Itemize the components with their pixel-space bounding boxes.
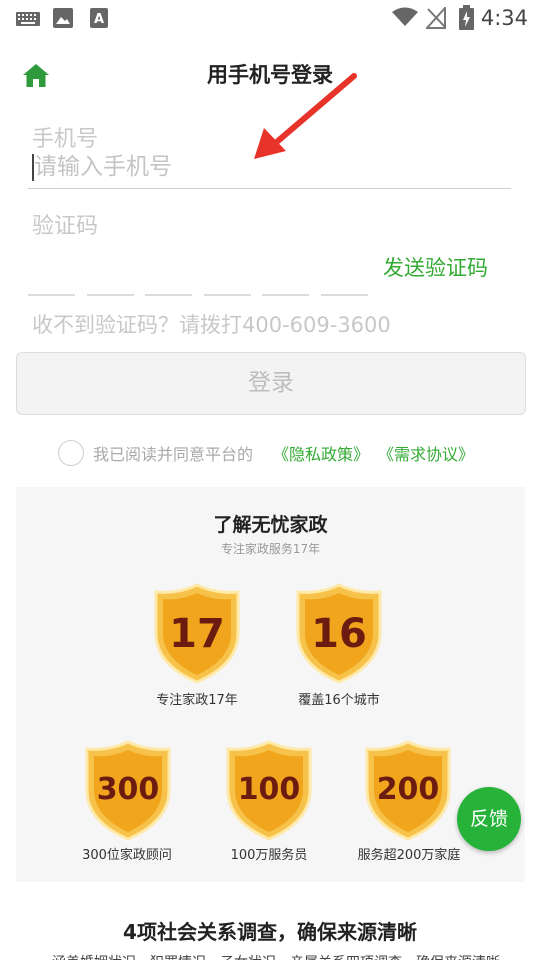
section-text: 涵盖婚姻状况、犯罪情况、子女状况、亲属关系四项调查，确保来源清晰 bbox=[52, 952, 500, 960]
badge-caption: 专注家政17年 bbox=[156, 693, 238, 708]
privacy-policy-link[interactable]: 《隐私政策》 bbox=[273, 441, 369, 465]
wifi-icon bbox=[392, 7, 418, 26]
shield-badge: 17 bbox=[152, 583, 242, 683]
help-text: 收不到验证码？请拨打400-609-3600 bbox=[32, 313, 391, 337]
image-icon bbox=[53, 8, 73, 28]
login-button[interactable]: 登录 bbox=[16, 352, 526, 415]
svg-text:A: A bbox=[94, 12, 104, 27]
badge-caption: 100万服务员 bbox=[230, 848, 308, 863]
no-signal-icon bbox=[426, 7, 446, 29]
battery-charging-icon bbox=[459, 5, 474, 30]
code-digit-slot[interactable] bbox=[87, 294, 134, 296]
feedback-button[interactable]: 反馈 bbox=[457, 787, 521, 851]
shield-badge: 200 bbox=[363, 740, 453, 840]
code-digit-slot[interactable] bbox=[321, 294, 368, 296]
badge-caption: 服务超200万家庭 bbox=[357, 848, 461, 863]
section-title: 4项社会关系调查，确保来源清晰 bbox=[123, 920, 417, 944]
about-panel: 了解无忧家政 专注家政服务17年 17 专注家政17年 16 覆盖16个城市 3… bbox=[16, 487, 525, 882]
about-subtitle: 专注家政服务17年 bbox=[220, 542, 321, 556]
badge-number: 16 bbox=[311, 611, 367, 657]
badge-number: 17 bbox=[169, 611, 225, 657]
shield-badge: 300 bbox=[83, 740, 173, 840]
badge-caption: 300位家政顾问 bbox=[82, 848, 172, 863]
send-code-button[interactable]: 发送验证码 bbox=[383, 252, 488, 282]
agree-checkbox[interactable] bbox=[58, 440, 84, 466]
badge-number: 200 bbox=[376, 772, 440, 807]
agreement-link[interactable]: 《需求协议》 bbox=[378, 441, 474, 465]
shield-badge: 100 bbox=[224, 740, 314, 840]
code-digit-slot[interactable] bbox=[145, 294, 192, 296]
login-screen: A 4:34 用手机号登录 手机号 验证码 发送验证码 bbox=[0, 0, 540, 960]
agree-text: 我已阅读并同意平台的 bbox=[93, 445, 254, 464]
code-label: 验证码 bbox=[32, 214, 99, 239]
a-icon: A bbox=[90, 8, 108, 28]
code-digit-slot[interactable] bbox=[262, 294, 309, 296]
clock: 4:34 bbox=[480, 6, 528, 30]
phone-input[interactable] bbox=[34, 150, 504, 184]
code-digit-slot[interactable] bbox=[28, 294, 75, 296]
status-bar: A 4:34 bbox=[0, 0, 540, 38]
about-title: 了解无忧家政 bbox=[213, 514, 328, 536]
badge-number: 300 bbox=[96, 772, 160, 807]
phone-field bbox=[28, 148, 511, 189]
code-digit-slot[interactable] bbox=[204, 294, 251, 296]
badge-caption: 覆盖16个城市 bbox=[298, 693, 380, 708]
shield-badge: 16 bbox=[294, 583, 384, 683]
badge-number: 100 bbox=[237, 772, 301, 807]
keyboard-icon bbox=[16, 12, 40, 26]
